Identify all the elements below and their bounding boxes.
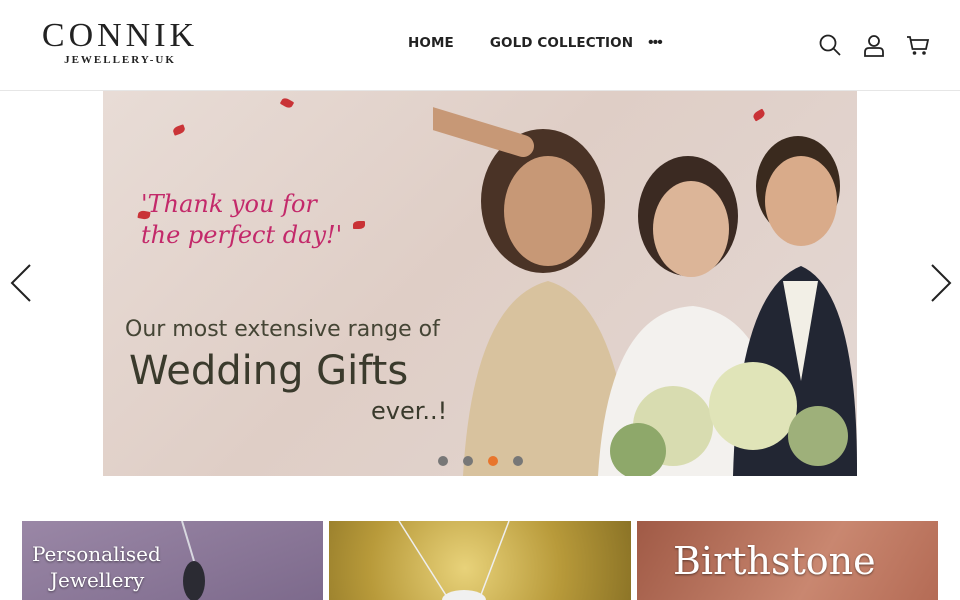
header-icons bbox=[798, 33, 930, 57]
main-nav: HOME GOLD COLLECTION bbox=[408, 35, 669, 51]
hero-quote: 'Thank you for the perfect day!' bbox=[141, 189, 342, 251]
tile-title-personalised: Personalised Jewellery bbox=[32, 541, 161, 593]
tile-title-line-1: Personalised bbox=[32, 542, 161, 566]
site-header: CONNIK JEWELLERY-UK HOME GOLD COLLECTION… bbox=[0, 0, 960, 91]
hero-quote-line-1: 'Thank you for bbox=[141, 190, 317, 218]
carousel-dot-3[interactable] bbox=[488, 456, 498, 466]
carousel-dot-4[interactable] bbox=[513, 456, 523, 466]
pendant-image bbox=[181, 521, 205, 600]
logo-subtitle: JEWELLERY-UK bbox=[64, 54, 176, 66]
cart-icon[interactable] bbox=[906, 33, 930, 57]
carousel-prev-arrow-icon[interactable] bbox=[8, 262, 36, 304]
carousel-dot-1[interactable] bbox=[438, 456, 448, 466]
logo[interactable]: CONNIK JEWELLERY-UK bbox=[30, 17, 210, 67]
petal-decoration bbox=[279, 96, 295, 110]
hero-subtitle: Our most extensive range of bbox=[125, 317, 440, 342]
hero-quote-line-2: the perfect day!' bbox=[141, 221, 343, 249]
category-tile-gold[interactable] bbox=[329, 521, 631, 600]
search-icon[interactable] bbox=[818, 33, 842, 57]
user-icon[interactable] bbox=[862, 33, 886, 57]
logo-name: CONNIK bbox=[41, 17, 199, 54]
category-tile-personalised[interactable]: Personalised Jewellery bbox=[22, 521, 323, 600]
petal-decoration bbox=[353, 221, 365, 229]
carousel-dots bbox=[438, 456, 538, 466]
carousel-dot-2[interactable] bbox=[463, 456, 473, 466]
petal-decoration bbox=[171, 124, 187, 136]
tile-title-line-1: Birthstone bbox=[673, 539, 876, 583]
tile-title-birthstone: Birthstone bbox=[673, 539, 876, 583]
wedding-photo-image bbox=[433, 107, 857, 476]
nav-home[interactable]: HOME bbox=[408, 35, 454, 51]
category-tile-birthstone[interactable]: Birthstone bbox=[637, 521, 938, 600]
hero-title: Wedding Gifts bbox=[129, 348, 409, 394]
tile-title-line-2: Jewellery bbox=[50, 568, 145, 592]
more-menu-button[interactable]: ••• bbox=[648, 34, 663, 52]
nav-gold-collection[interactable]: GOLD COLLECTION bbox=[490, 35, 633, 51]
hero-tagline: ever..! bbox=[371, 397, 448, 425]
hero-banner[interactable]: 'Thank you for the perfect day!' Our mos… bbox=[103, 91, 857, 476]
carousel-next-arrow-icon[interactable] bbox=[926, 262, 954, 304]
gold-glitter-image bbox=[398, 521, 510, 600]
